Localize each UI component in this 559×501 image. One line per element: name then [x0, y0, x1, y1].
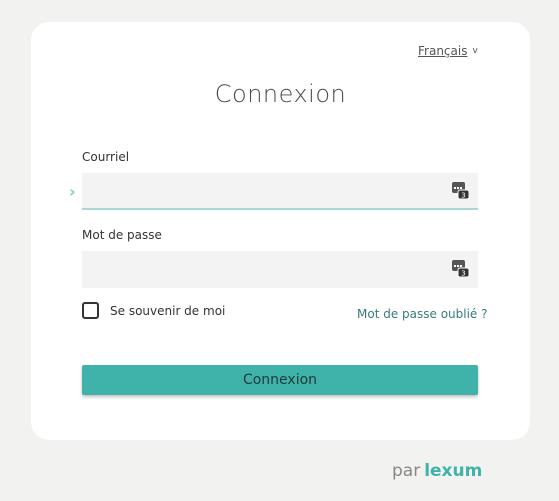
- svg-text:3: 3: [461, 192, 465, 200]
- password-field-wrapper: 3: [82, 251, 478, 288]
- chevron-right-icon: ›: [69, 182, 76, 201]
- email-label: Courriel: [82, 150, 130, 164]
- footer-prefix: par: [392, 461, 421, 481]
- language-label[interactable]: Français: [418, 44, 467, 58]
- svg-text:3: 3: [461, 270, 465, 278]
- remember-me[interactable]: Se souvenir de moi: [82, 302, 225, 319]
- password-manager-icon[interactable]: 3: [452, 182, 469, 199]
- email-field[interactable]: [82, 173, 478, 208]
- forgot-password-link[interactable]: Mot de passe oublié ?: [357, 307, 488, 321]
- login-button[interactable]: Connexion: [82, 365, 478, 395]
- password-manager-icon[interactable]: 3: [452, 260, 469, 277]
- login-card: Français v Connexion Courriel › 3 Mot de…: [31, 22, 530, 440]
- password-label: Mot de passe: [82, 228, 162, 242]
- remember-me-checkbox[interactable]: [82, 302, 99, 319]
- chevron-down-icon: v: [472, 46, 478, 56]
- footer-branding: par lexum: [392, 461, 482, 481]
- page-title: Connexion: [214, 80, 347, 108]
- email-field-wrapper: 3: [82, 173, 478, 210]
- language-selector[interactable]: Français v: [418, 44, 478, 58]
- password-field[interactable]: [82, 251, 478, 288]
- remember-me-label[interactable]: Se souvenir de moi: [110, 304, 225, 318]
- brand-logo: lexum: [424, 461, 483, 481]
